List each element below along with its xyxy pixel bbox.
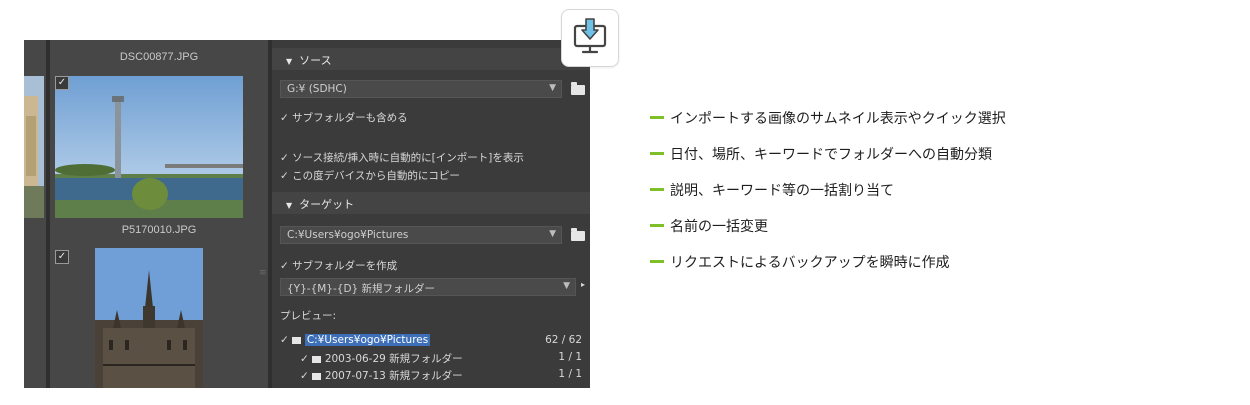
thumbnail-partial-top[interactable] bbox=[24, 76, 44, 218]
thumbnail-filename: P5170010.JPG bbox=[121, 224, 197, 236]
file-count: 62 / 62 bbox=[545, 334, 582, 346]
triangle-down-icon: ▼ bbox=[286, 201, 293, 210]
caret-down-icon: ▼ bbox=[549, 83, 556, 93]
show-import-checkbox[interactable]: ✓ ソース接続/挿入時に自動的に[インポート]を表示 bbox=[280, 150, 524, 165]
section-label: ▼ ソース bbox=[286, 54, 332, 67]
thumbnail-filename: DSC00877.JPG bbox=[119, 51, 199, 63]
thumbnail-checkbox[interactable]: ✓ bbox=[55, 76, 69, 90]
source-section-header[interactable]: ▼ ソース bbox=[272, 48, 590, 70]
folder-icon bbox=[311, 372, 321, 380]
thumbnail-checkbox[interactable]: ✓ bbox=[55, 250, 69, 264]
create-subfolder-checkbox[interactable]: ✓ サブフォルダーを作成 bbox=[280, 258, 397, 273]
green-dash-icon bbox=[650, 223, 664, 227]
triangle-down-icon: ▼ bbox=[286, 57, 293, 66]
source-drive-dropdown[interactable]: G:¥ (SDHC) ▼ bbox=[280, 80, 562, 98]
preview-tree-item[interactable]: ✓ 2003-06-29 新規フォルダー 1 / 1 bbox=[300, 351, 590, 366]
dropdown-value: G:¥ (SDHC) bbox=[287, 83, 347, 95]
green-dash-icon bbox=[650, 187, 664, 191]
folder-icon bbox=[291, 336, 301, 344]
dropdown-value: C:¥Users¥ogo¥Pictures bbox=[287, 229, 409, 241]
green-dash-icon bbox=[650, 115, 664, 119]
feature-item: リクエストによるバックアップを瞬時に作成 bbox=[650, 252, 950, 274]
dropdown-value: {Y}-{M}-{D} 新規フォルダー bbox=[287, 283, 436, 295]
folder-icon[interactable] bbox=[571, 228, 585, 241]
include-subfolders-checkbox[interactable]: ✓ サブフォルダーも含める bbox=[280, 110, 408, 125]
file-count: 1 / 1 bbox=[558, 368, 582, 380]
import-settings-panel: ▼ ソース G:¥ (SDHC) ▼ ✓ サブフォルダーも含める ✓ ソース接続… bbox=[272, 40, 590, 388]
green-dash-icon bbox=[650, 151, 664, 155]
folder-icon bbox=[311, 355, 321, 363]
import-dialog-screenshot: DSC00877.JPG ✓ P5170010.JPG ✓ ≡ ▼ ソース G:… bbox=[24, 40, 590, 388]
green-dash-icon bbox=[650, 259, 664, 263]
folder-icon[interactable] bbox=[571, 82, 585, 95]
thumbnail-image-cityhall[interactable] bbox=[95, 248, 203, 388]
auto-copy-checkbox[interactable]: ✓ この度デバイスから自動的にコピー bbox=[280, 168, 460, 183]
feature-item: インポートする画像のサムネイル表示やクイック選択 bbox=[650, 108, 1006, 130]
target-section-header[interactable]: ▼ ターゲット bbox=[272, 192, 590, 214]
caret-down-icon: ▼ bbox=[563, 281, 570, 291]
thumbnail-image-river[interactable] bbox=[55, 76, 243, 218]
caret-down-icon: ▼ bbox=[549, 229, 556, 239]
feature-item: 名前の一括変更 bbox=[650, 216, 768, 238]
preview-label: プレビュー: bbox=[280, 310, 337, 322]
feature-item: 説明、キーワード等の一括割り当て bbox=[650, 180, 894, 202]
file-count: 1 / 1 bbox=[558, 351, 582, 363]
folder-pattern-dropdown[interactable]: {Y}-{M}-{D} 新規フォルダー ▼ bbox=[280, 278, 576, 296]
preview-tree-root[interactable]: ✓ C:¥Users¥ogo¥Pictures 62 / 62 bbox=[280, 334, 590, 346]
section-label: ▼ ターゲット bbox=[286, 198, 355, 211]
feature-item: 日付、場所、キーワードでフォルダーへの自動分類 bbox=[650, 144, 992, 166]
import-to-monitor-icon bbox=[561, 9, 619, 67]
caret-right-icon[interactable]: ▸ bbox=[581, 280, 585, 289]
preview-tree-item[interactable]: ✓ 2007-07-13 新規フォルダー 1 / 1 bbox=[300, 368, 590, 383]
target-path-dropdown[interactable]: C:¥Users¥ogo¥Pictures ▼ bbox=[280, 226, 562, 244]
splitter-gripper-icon[interactable]: ≡ bbox=[259, 268, 267, 278]
